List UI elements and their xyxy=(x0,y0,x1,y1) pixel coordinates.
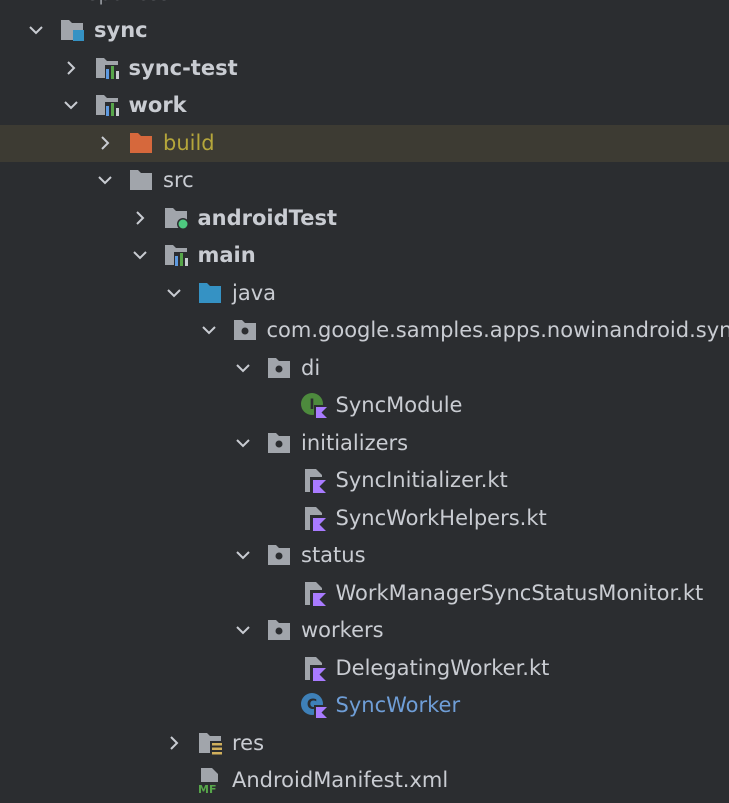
package-icon xyxy=(265,355,293,382)
tree-item-label: main xyxy=(197,243,256,267)
tree-item-label: di xyxy=(301,355,321,380)
tree-row[interactable]: androidTest xyxy=(0,200,729,237)
android-module-icon xyxy=(162,242,190,269)
tree-item-label: androidTest xyxy=(197,205,337,230)
tree-item-label: com.google.samples.apps.nowinandroid.syn… xyxy=(266,318,729,342)
tree-item-label: java xyxy=(232,280,276,305)
tree-row[interactable]: di xyxy=(0,350,729,387)
chevron-right-icon[interactable] xyxy=(59,50,83,87)
tree-row[interactable]: status xyxy=(0,537,729,574)
android-module-icon xyxy=(93,55,121,82)
tree-item-label: work xyxy=(128,93,187,117)
tree-item-label: workers xyxy=(301,618,384,642)
tree-row[interactable]: initializers xyxy=(0,425,729,462)
resources-folder-icon xyxy=(196,730,224,757)
kotlin-file-icon xyxy=(300,505,328,532)
tree-row[interactable]: I SyncModule xyxy=(0,387,729,424)
svg-text:I: I xyxy=(309,397,314,413)
tree-item-label: SyncWorkHelpers.kt xyxy=(335,505,547,530)
chevron-down-icon[interactable] xyxy=(59,87,83,124)
manifest-icon: MF xyxy=(196,767,224,794)
tree-row[interactable]: sync-test xyxy=(0,50,729,87)
tree-item-label: res xyxy=(232,730,265,755)
folder-icon xyxy=(127,167,155,194)
tree-item-label: WorkManagerSyncStatusMonitor.kt xyxy=(335,580,704,605)
kotlin-file-icon xyxy=(300,580,328,607)
kotlin-class-icon: C xyxy=(300,692,328,719)
tree-item-label: build xyxy=(163,130,215,155)
chevron-down-icon[interactable] xyxy=(197,312,221,349)
tree-row[interactable]: SyncInitializer.kt xyxy=(0,462,729,499)
tree-row[interactable]: src xyxy=(0,162,729,199)
tree-item-label: SyncModule xyxy=(335,393,463,417)
excluded-folder-icon xyxy=(127,130,155,157)
tree-item-label: sync-test xyxy=(128,55,238,80)
tree-item-label: AndroidManifest.xml xyxy=(232,768,449,792)
package-icon xyxy=(265,617,293,644)
tree-row[interactable]: SyncWorkHelpers.kt xyxy=(0,500,729,537)
package-icon xyxy=(265,542,293,569)
android-module-icon xyxy=(93,92,121,119)
tree-row[interactable]: main xyxy=(0,237,729,274)
tree-row[interactable]: sync xyxy=(0,12,729,49)
chevron-down-icon[interactable] xyxy=(231,612,255,649)
tree-row[interactable]: build xyxy=(0,124,729,162)
tree-item-label: SyncWorker xyxy=(335,693,461,717)
tree-row[interactable]: res xyxy=(0,725,729,762)
chevron-down-icon[interactable] xyxy=(231,350,255,387)
kotlin-file-icon xyxy=(300,655,328,682)
tree-row[interactable]: work xyxy=(0,87,729,124)
chevron-down-icon[interactable] xyxy=(93,162,117,199)
package-icon xyxy=(231,317,259,344)
package-icon xyxy=(265,430,293,457)
tree-item-label: src xyxy=(163,168,194,192)
tree-item-label: status xyxy=(301,543,366,567)
chevron-right-icon[interactable] xyxy=(93,125,117,162)
tree-item-label-cutoff: spotless xyxy=(88,0,170,8)
tree-row[interactable]: workers xyxy=(0,612,729,649)
chevron-down-icon[interactable] xyxy=(231,537,255,574)
source-root-icon xyxy=(196,280,224,307)
tree-item-label: initializers xyxy=(301,430,409,455)
chevron-down-icon[interactable] xyxy=(231,425,255,462)
svg-text:MF: MF xyxy=(198,783,216,794)
tree-row[interactable]: MF AndroidManifest.xml xyxy=(0,762,729,799)
chevron-down-icon[interactable] xyxy=(162,275,186,312)
chevron-right-icon[interactable] xyxy=(128,200,152,237)
tree-item-label: sync xyxy=(94,18,148,42)
tree-row[interactable]: C SyncWorker xyxy=(0,687,729,724)
chevron-down-icon[interactable] xyxy=(24,12,48,49)
tree-item-label: SyncInitializer.kt xyxy=(335,468,508,492)
tree-row[interactable]: WorkManagerSyncStatusMonitor.kt xyxy=(0,575,729,612)
kotlin-interface-icon: I xyxy=(300,392,328,419)
module-folder-icon xyxy=(58,17,86,44)
tree-item-label: DelegatingWorker.kt xyxy=(335,655,550,680)
test-folder-icon xyxy=(162,205,190,232)
tree-row[interactable]: DelegatingWorker.kt xyxy=(0,650,729,687)
kotlin-file-icon xyxy=(300,467,328,494)
project-tree: spotless sync sync-test work build srcandroi… xyxy=(0,0,729,803)
tree-row[interactable]: com.google.samples.apps.nowinandroid.syn… xyxy=(0,312,729,349)
tree-row[interactable]: java xyxy=(0,275,729,312)
chevron-down-icon[interactable] xyxy=(128,237,152,274)
chevron-right-icon[interactable] xyxy=(162,725,186,762)
